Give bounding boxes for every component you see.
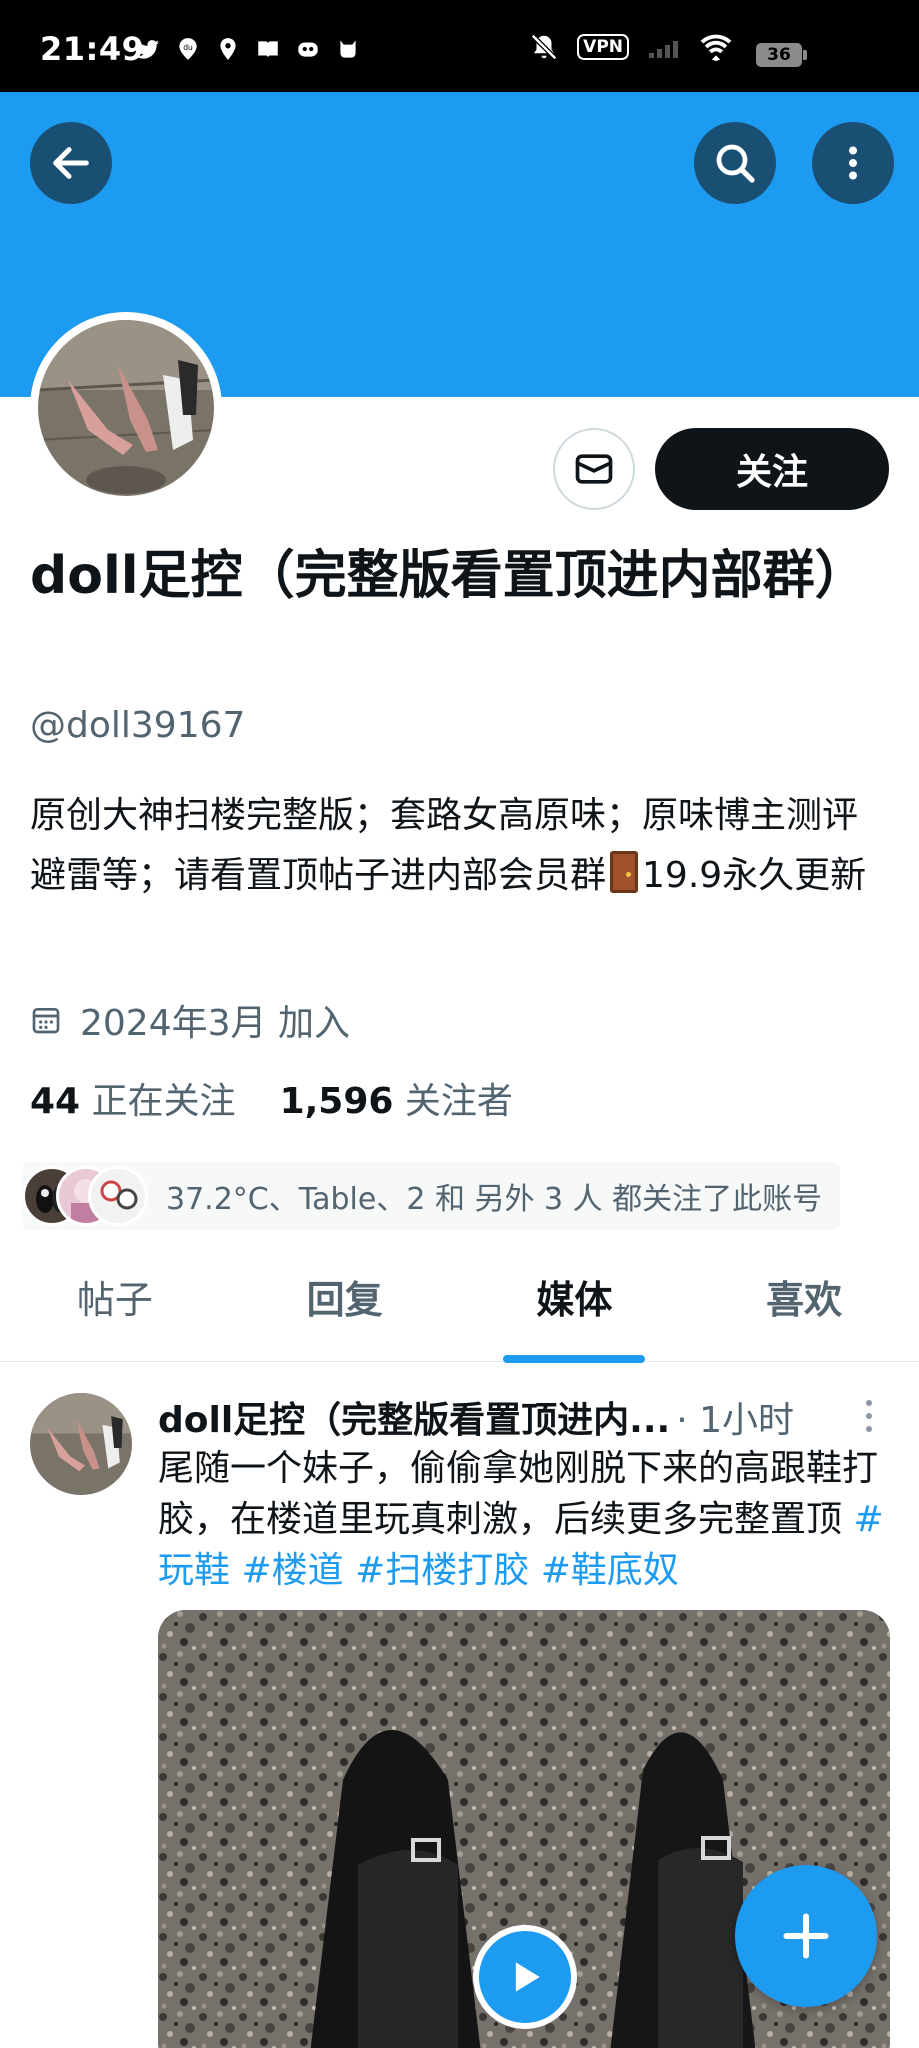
following-link[interactable]: 44 正在关注	[30, 1072, 236, 1124]
joined-text: 2024年3月 加入	[80, 1003, 350, 1044]
profile-avatar[interactable]	[30, 312, 222, 504]
message-button[interactable]	[553, 428, 635, 510]
mutuals-text: 37.2°C、Table、2 和 另外 3 人 都关注了此账号	[166, 1182, 823, 1217]
search-button[interactable]	[694, 122, 776, 204]
post-time[interactable]: · 1小时	[676, 1391, 794, 1443]
location-icon	[220, 38, 236, 60]
tab-replies[interactable]: 回复	[230, 1238, 460, 1361]
search-icon	[716, 144, 755, 183]
follow-button[interactable]: 关注	[655, 428, 889, 510]
tab-likes[interactable]: 喜欢	[689, 1238, 919, 1361]
post-author-name[interactable]: doll足控（完整版看置顶进内...	[158, 1391, 670, 1443]
tab-media[interactable]: 媒体	[460, 1238, 690, 1361]
bio: 原创大神扫楼完整版；套路女高原味；原味博主测评避雷等；请看置顶帖子进内部会员群 1…	[30, 786, 892, 906]
post-text: 尾随一个妹子，偷偷拿她刚脱下来的高跟鞋打胶，在楼道里玩真刺激，后续更多完整置顶 …	[158, 1443, 893, 1596]
mail-icon	[575, 454, 613, 484]
following-label: 正在关注	[91, 1081, 236, 1122]
baidu-icon: du	[179, 38, 197, 60]
bot-icon	[298, 42, 318, 57]
play-button[interactable]	[473, 1925, 577, 2029]
mutual-avatar	[88, 1166, 148, 1226]
post-body: 尾随一个妹子，偷偷拿她刚脱下来的高跟鞋打胶，在楼道里玩真刺激，后续更多完整置顶	[158, 1448, 879, 1540]
following-count: 44	[30, 1081, 81, 1122]
battery-icon: 36	[756, 43, 807, 67]
door-emoji-icon	[610, 851, 639, 893]
tab-posts[interactable]: 帖子	[0, 1238, 230, 1361]
vpn-badge: VPN	[577, 34, 629, 60]
avatar-photo	[30, 1393, 132, 1495]
status-time: 21:49	[40, 30, 145, 68]
handle: @doll39167	[30, 705, 246, 746]
plus-icon	[783, 1913, 829, 1959]
book-icon	[258, 41, 278, 58]
svg-text:du: du	[183, 43, 193, 52]
mutual-avatars	[22, 1164, 150, 1228]
bio-text-2: 19.9永久更新	[642, 855, 867, 896]
signal-icon	[649, 41, 678, 58]
mutual-followers[interactable]: 37.2°C、Table、2 和 另外 3 人 都关注了此账号	[22, 1162, 840, 1230]
followers-link[interactable]: 1,596 关注者	[280, 1072, 513, 1124]
hashtag[interactable]: #扫楼打胶	[355, 1550, 529, 1591]
post-more-icon[interactable]	[862, 1397, 876, 1437]
cat-icon	[340, 40, 356, 58]
joined-date: 2024年3月 加入	[30, 994, 350, 1046]
calendar-icon	[32, 1008, 60, 1034]
display-name: doll足控（完整版看置顶进内部群）	[30, 546, 867, 606]
post-author-avatar[interactable]	[30, 1393, 132, 1495]
post-header: doll足控（完整版看置顶进内... · 1小时	[158, 1391, 794, 1443]
hashtag[interactable]: #鞋底奴	[541, 1550, 679, 1591]
back-button[interactable]	[30, 122, 112, 204]
shoes-photo-icon	[38, 320, 214, 496]
mute-icon	[531, 33, 558, 61]
follow-counts: 44 正在关注 1,596 关注者	[30, 1072, 513, 1124]
play-icon	[515, 1962, 540, 1992]
twitter-icon	[136, 40, 159, 59]
hashtag[interactable]: #楼道	[241, 1550, 343, 1591]
followers-count: 1,596	[279, 1081, 394, 1122]
arrow-left-icon	[53, 147, 89, 179]
more-options-button[interactable]	[812, 122, 894, 204]
more-vertical-icon	[849, 146, 857, 180]
wifi-icon	[700, 34, 732, 61]
followers-label: 关注者	[404, 1081, 513, 1122]
notification-icons: du	[135, 36, 361, 62]
profile-tabs: 帖子 回复 媒体 喜欢	[0, 1238, 919, 1362]
avatar-photo	[38, 320, 214, 496]
compose-button[interactable]	[735, 1865, 877, 2007]
status-bar: 21:49 du VPN 36	[0, 0, 919, 92]
